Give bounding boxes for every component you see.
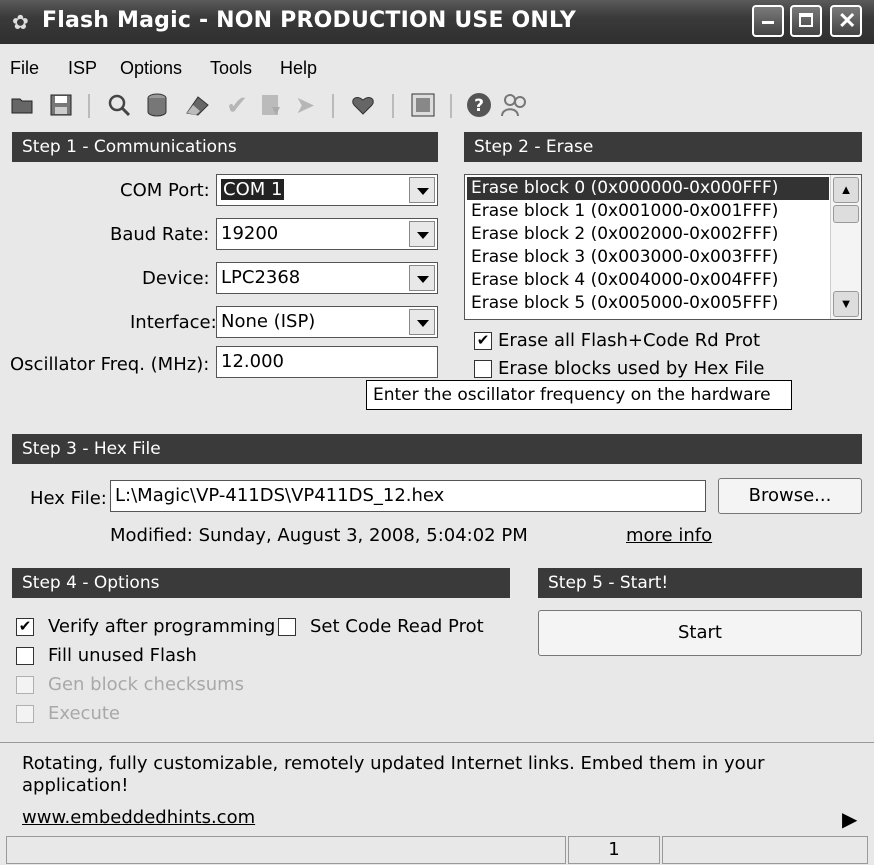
step4-header: Step 4 - Options: [12, 568, 510, 598]
erase-all-label: Erase all Flash+Code Rd Prot: [498, 330, 761, 351]
list-item[interactable]: Erase block 1 (0x001000-0x001FFF): [471, 200, 778, 223]
toolbar-separator: [392, 94, 394, 118]
toolbar: ✔ ➤ ?: [0, 86, 874, 126]
oscillator-label: Oscillator Freq. (MHz):: [10, 354, 210, 375]
ad-bar: Rotating, fully customizable, remotely u…: [0, 742, 874, 833]
list-item[interactable]: Erase block 5 (0x005000-0x005FFF): [471, 292, 778, 315]
chevron-down-icon[interactable]: [409, 177, 435, 203]
save-icon[interactable]: [48, 92, 74, 118]
flash-magic-window: ✿ Flash Magic - NON PRODUCTION USE ONLY …: [0, 0, 874, 865]
program-icon[interactable]: [258, 92, 284, 118]
erase-hex-label: Erase blocks used by Hex File: [498, 358, 765, 379]
search-icon[interactable]: [106, 92, 132, 118]
device-value: LPC2368: [221, 267, 301, 288]
verify-label: Verify after programming: [48, 616, 276, 637]
menu-tools[interactable]: Tools: [210, 58, 252, 79]
help-icon[interactable]: ?: [466, 92, 492, 118]
window-icon[interactable]: [410, 92, 436, 118]
menu-help[interactable]: Help: [280, 58, 317, 79]
baud-rate-select[interactable]: 19200: [216, 218, 438, 250]
verify-icon[interactable]: ✔: [224, 90, 250, 120]
app-icon: ✿: [12, 12, 29, 34]
title-bar: ✿ Flash Magic - NON PRODUCTION USE ONLY …: [0, 0, 874, 44]
com-port-label: COM Port:: [120, 180, 210, 201]
baud-rate-value: 19200: [221, 223, 279, 244]
erase-block-list[interactable]: Erase block 0 (0x000000-0x000FFF) Erase …: [464, 174, 862, 320]
com-port-value: COM 1: [221, 179, 285, 200]
step3-header: Step 3 - Hex File: [12, 434, 862, 464]
set-code-read-prot-checkbox[interactable]: [278, 618, 296, 636]
tooltip: Enter the oscillator frequency on the ha…: [366, 380, 792, 410]
window-title: Flash Magic - NON PRODUCTION USE ONLY: [42, 8, 576, 33]
maximize-button[interactable]: [790, 5, 822, 37]
next-arrow-icon[interactable]: ▶: [842, 807, 857, 832]
browse-button[interactable]: Browse...: [718, 478, 862, 514]
heart-icon[interactable]: [350, 92, 376, 118]
menu-options[interactable]: Options: [120, 58, 182, 79]
list-item[interactable]: Erase block 3 (0x003000-0x003FFF): [471, 246, 778, 269]
interface-value: None (ISP): [221, 311, 316, 332]
minimize-button[interactable]: [752, 5, 784, 37]
hex-file-label: Hex File:: [30, 488, 107, 509]
status-panel-count: 1: [568, 836, 660, 864]
gen-block-checkbox[interactable]: [16, 676, 34, 694]
device-label: Device:: [142, 268, 210, 289]
status-panel-main: [6, 836, 566, 864]
start-button[interactable]: Start: [538, 610, 862, 656]
menu-file[interactable]: File: [10, 58, 39, 79]
next-icon[interactable]: ➤: [292, 92, 318, 119]
list-item[interactable]: Erase block 4 (0x004000-0x004FFF): [471, 269, 778, 292]
ad-link[interactable]: www.embeddedhints.com: [22, 807, 255, 828]
erase-all-checkbox[interactable]: ✔: [474, 332, 492, 350]
close-icon: ✕: [838, 8, 857, 33]
list-item[interactable]: Erase block 0 (0x000000-0x000FFF): [467, 177, 829, 200]
oscillator-input[interactable]: 12.000: [216, 346, 438, 378]
svg-text:?: ?: [474, 96, 484, 116]
hex-file-input[interactable]: L:\Magic\VP-411DS\VP411DS_12.hex: [110, 480, 706, 512]
users-icon[interactable]: [500, 92, 526, 118]
chevron-down-icon[interactable]: [409, 309, 435, 335]
ad-text: Rotating, fully customizable, remotely u…: [22, 753, 765, 796]
com-port-select[interactable]: COM 1: [216, 174, 438, 206]
step1-header: Step 1 - Communications: [12, 132, 438, 162]
execute-checkbox[interactable]: [16, 705, 34, 723]
chevron-up-icon[interactable]: ▲: [833, 177, 859, 203]
step2-header: Step 2 - Erase: [464, 132, 862, 162]
toolbar-separator: [88, 94, 90, 118]
more-info-link[interactable]: more info: [626, 525, 712, 546]
set-code-read-prot-label: Set Code Read Prot: [310, 616, 484, 637]
chevron-down-icon[interactable]: [409, 265, 435, 291]
chevron-down-icon[interactable]: [409, 221, 435, 247]
gen-block-label: Gen block checksums: [48, 674, 245, 695]
list-item[interactable]: Erase block 2 (0x002000-0x002FFF): [471, 223, 778, 246]
list-scrollbar[interactable]: ▲ ▼: [830, 175, 861, 319]
fill-unused-label: Fill unused Flash: [48, 645, 197, 666]
status-panel-right: [662, 836, 868, 864]
verify-checkbox[interactable]: ✔: [16, 618, 34, 636]
step5-header: Step 5 - Start!: [538, 568, 862, 598]
status-bar: 1: [0, 834, 874, 865]
database-icon[interactable]: [144, 92, 170, 118]
interface-select[interactable]: None (ISP): [216, 306, 438, 338]
device-select[interactable]: LPC2368: [216, 262, 438, 294]
modified-text: Modified: Sunday, August 3, 2008, 5:04:0…: [110, 525, 528, 546]
toolbar-separator: [450, 94, 452, 118]
fill-unused-checkbox[interactable]: [16, 647, 34, 665]
baud-rate-label: Baud Rate:: [110, 224, 210, 245]
execute-label: Execute: [48, 703, 120, 724]
scroll-thumb[interactable]: [833, 205, 859, 223]
open-icon[interactable]: [10, 92, 36, 118]
chevron-down-icon[interactable]: ▼: [833, 291, 859, 317]
close-button[interactable]: ✕: [830, 5, 862, 37]
menu-bar: File ISP Options Tools Help: [0, 48, 874, 84]
toolbar-separator: [332, 94, 334, 118]
interface-label: Interface:: [130, 312, 217, 333]
menu-isp[interactable]: ISP: [68, 58, 97, 79]
erase-icon[interactable]: [184, 92, 210, 118]
erase-hex-checkbox[interactable]: [474, 360, 492, 378]
